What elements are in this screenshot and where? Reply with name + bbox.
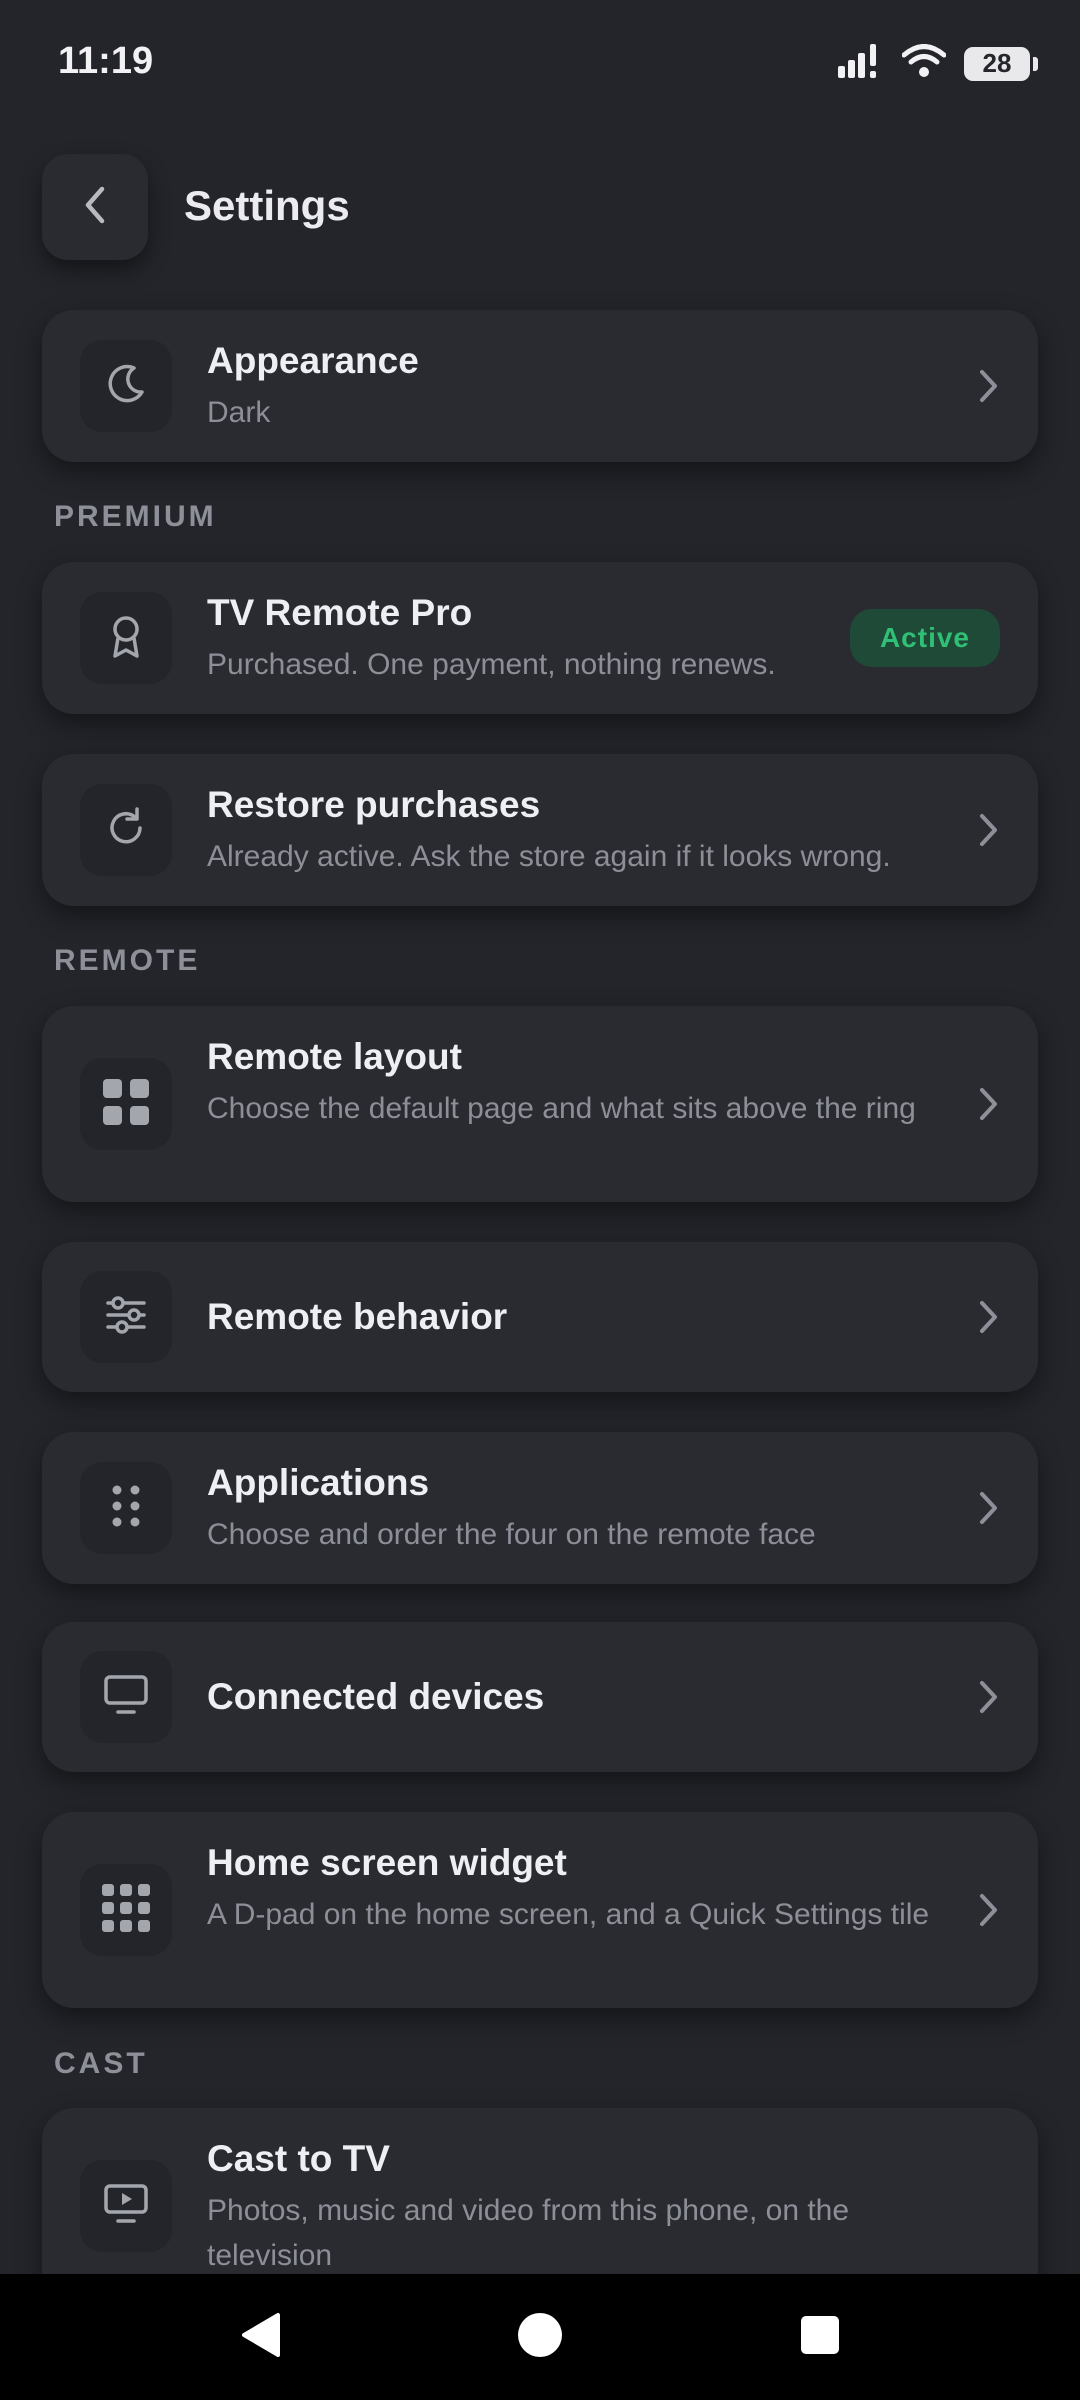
sliders-icon bbox=[104, 1295, 148, 1340]
cast-subtitle: Photos, music and video from this phone,… bbox=[207, 2194, 850, 2272]
restore-purchases-row[interactable]: Restore purchases Already active. Ask th… bbox=[42, 754, 1038, 906]
appearance-row[interactable]: Appearance Dark bbox=[42, 310, 1038, 462]
wifi-icon bbox=[901, 44, 947, 83]
applications-subtitle: Choose and order the four on the remote … bbox=[207, 1518, 816, 1551]
triangle-back-icon bbox=[238, 2311, 282, 2364]
award-ribbon-icon bbox=[104, 612, 148, 665]
chevron-left-icon bbox=[80, 185, 110, 230]
back-button[interactable] bbox=[42, 154, 148, 260]
connected-devices-title: Connected devices bbox=[207, 1676, 545, 1717]
home-screen-widget-row[interactable]: Home screen widget A D-pad on the home s… bbox=[42, 1812, 1038, 2008]
section-label-premium: PREMIUM bbox=[54, 500, 217, 533]
status-bar: 11:19 28 bbox=[0, 0, 1080, 140]
refresh-icon bbox=[104, 806, 148, 855]
applications-icon-box bbox=[80, 1462, 172, 1554]
appearance-icon-box bbox=[80, 340, 172, 432]
moon-icon bbox=[104, 362, 148, 411]
nav-recents-button[interactable] bbox=[760, 2274, 880, 2400]
grid-layout-icon bbox=[103, 1078, 149, 1130]
widget-subtitle: A D-pad on the home screen, and a Quick … bbox=[207, 1898, 930, 1931]
connected-devices-icon-box bbox=[80, 1651, 172, 1743]
pro-title: TV Remote Pro bbox=[207, 592, 473, 633]
battery-icon: 28 bbox=[964, 46, 1038, 81]
chevron-right-icon bbox=[970, 1679, 1006, 1715]
chevron-right-icon bbox=[970, 812, 1006, 848]
status-badge-active: Active bbox=[849, 609, 1000, 667]
widget-icon-box bbox=[80, 1864, 172, 1956]
chevron-right-icon bbox=[970, 1086, 1006, 1122]
chevron-right-icon bbox=[970, 1490, 1006, 1526]
apps-dots-icon bbox=[111, 1484, 141, 1533]
restore-title: Restore purchases bbox=[207, 784, 541, 825]
cellular-signal-icon bbox=[838, 44, 884, 83]
appearance-subtitle: Dark bbox=[207, 396, 271, 429]
connected-devices-row[interactable]: Connected devices bbox=[42, 1622, 1038, 1772]
remote-layout-title: Remote layout bbox=[207, 1036, 462, 1077]
recents-square-icon bbox=[799, 2314, 841, 2361]
remote-behavior-row[interactable]: Remote behavior bbox=[42, 1242, 1038, 1392]
chevron-right-icon bbox=[970, 368, 1006, 404]
chevron-right-icon bbox=[970, 1299, 1006, 1335]
navigation-bar bbox=[0, 2274, 1080, 2400]
appearance-title: Appearance bbox=[207, 340, 419, 381]
remote-behavior-icon-box bbox=[80, 1271, 172, 1363]
widget-grid-icon bbox=[102, 1883, 150, 1937]
cast-title: Cast to TV bbox=[207, 2138, 390, 2179]
restore-subtitle: Already active. Ask the store again if i… bbox=[207, 840, 891, 873]
restore-icon-box bbox=[80, 784, 172, 876]
cast-icon-box bbox=[80, 2160, 172, 2252]
remote-layout-row[interactable]: Remote layout Choose the default page an… bbox=[42, 1006, 1038, 1202]
widget-title: Home screen widget bbox=[207, 1842, 567, 1883]
nav-back-button[interactable] bbox=[200, 2274, 320, 2400]
section-label-remote: REMOTE bbox=[54, 944, 201, 977]
remote-layout-icon-box bbox=[80, 1058, 172, 1150]
tv-remote-pro-row[interactable]: TV Remote Pro Purchased. One payment, no… bbox=[42, 562, 1038, 714]
status-icons: 28 bbox=[838, 44, 1038, 83]
home-circle-icon bbox=[516, 2311, 564, 2364]
page-title: Settings bbox=[184, 182, 350, 229]
applications-title: Applications bbox=[207, 1462, 430, 1503]
section-label-cast: CAST bbox=[54, 2047, 148, 2080]
pro-icon-box bbox=[80, 592, 172, 684]
nav-home-button[interactable] bbox=[480, 2274, 600, 2400]
monitor-icon bbox=[103, 1674, 149, 1721]
cast-tv-icon bbox=[103, 2183, 149, 2230]
chevron-right-icon bbox=[970, 1892, 1006, 1928]
remote-layout-subtitle: Choose the default page and what sits ab… bbox=[207, 1092, 916, 1125]
status-time: 11:19 bbox=[58, 40, 154, 82]
applications-row[interactable]: Applications Choose and order the four o… bbox=[42, 1432, 1038, 1584]
header: Settings bbox=[0, 150, 1080, 266]
remote-behavior-title: Remote behavior bbox=[207, 1296, 508, 1337]
